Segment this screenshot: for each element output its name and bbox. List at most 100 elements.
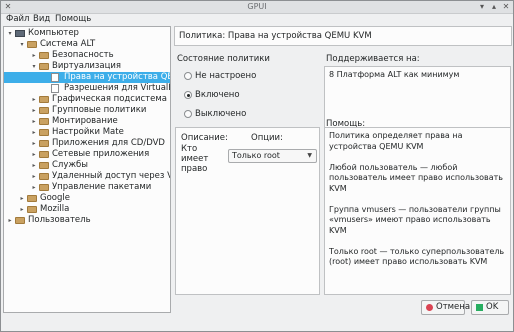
cancel-button-label: Отмена (436, 302, 471, 312)
state-disabled-label: Выключено (195, 109, 247, 119)
chevron-down-icon[interactable]: ▾ (6, 28, 14, 39)
state-enabled-radio[interactable] (184, 91, 192, 99)
chevron-right-icon[interactable]: ▸ (18, 193, 26, 204)
tree-item[interactable]: ▸ Групповые политики (4, 105, 170, 116)
tree-item-label: Службы (52, 160, 89, 170)
help-spacer (329, 236, 506, 247)
policy-state-label: Состояние политики (177, 54, 270, 64)
check-icon (476, 304, 483, 311)
state-not-configured-radio[interactable] (184, 72, 192, 80)
description-label: Описание: (181, 133, 228, 143)
menu-view[interactable]: Вид (33, 13, 50, 25)
tree-item-label: Виртуализация (52, 61, 122, 71)
chevron-down-icon: ▼ (307, 152, 312, 159)
tree-item[interactable]: ▸ Mozilla (4, 204, 170, 215)
cancel-button[interactable]: Отмена (421, 300, 470, 315)
policy-panel: Политика: Права на устройства QEMU KVM С… (174, 26, 512, 316)
tree-item-label: Сетевые приложения (52, 149, 150, 159)
menu-file[interactable]: Файл (6, 13, 29, 25)
tree-item[interactable]: ▸ Монтирование (4, 116, 170, 127)
tree-item[interactable]: ▸ Безопасность (4, 50, 170, 61)
chevron-right-icon[interactable]: ▸ (30, 105, 38, 116)
policy-header: Политика: Права на устройства QEMU KVM (174, 26, 512, 46)
close-icon[interactable]: ✕ (502, 3, 510, 11)
chevron-right-icon[interactable]: ▸ (30, 127, 38, 138)
who-has-right-value: Только root (232, 151, 280, 160)
chevron-right-icon[interactable]: ▸ (30, 116, 38, 127)
chevron-right-icon[interactable]: ▸ (30, 138, 38, 149)
window-title: GPUI (247, 2, 267, 11)
tree-item[interactable]: ▸ Управление пакетами (4, 182, 170, 193)
policy-tree[interactable]: ▾ Компьютер ▾ Система ALT ▸ Безопасность ▾ Вирт… (3, 26, 171, 313)
tree-item[interactable]: ▾ Виртуализация (4, 61, 170, 72)
tree-item[interactable]: ▸ Графическая подсистема (4, 94, 170, 105)
tree-item[interactable]: ▸ Удаленный доступ через Vino (4, 171, 170, 182)
tree-item-label: Разрешения для VirtualBox (64, 83, 170, 93)
menu-bar: Файл Вид Помощь (1, 13, 513, 25)
ok-button[interactable]: OK (471, 300, 509, 315)
folder-icon (39, 96, 49, 103)
folder-icon (39, 129, 49, 136)
chevron-right-icon[interactable]: ▸ (30, 149, 38, 160)
menu-help[interactable]: Помощь (55, 13, 91, 25)
tree-item[interactable]: ▸ Приложения для CD/DVD (4, 138, 170, 149)
tree-item[interactable]: Разрешения для VirtualBox (4, 83, 170, 94)
folder-icon (27, 195, 37, 202)
app-window: ✕ GPUI ▾ ▴ ✕ Файл Вид Помощь ▾ Компьютер ▾… (0, 0, 514, 332)
document-icon (51, 84, 59, 93)
folder-icon (39, 184, 49, 191)
chevron-down-icon[interactable]: ▾ (18, 39, 26, 50)
chevron-down-icon[interactable]: ▾ (30, 61, 38, 72)
chevron-right-icon[interactable]: ▸ (30, 50, 38, 61)
folder-icon (39, 162, 49, 169)
tree-item-label: Монтирование (52, 116, 118, 126)
tree-item-label: Компьютер (28, 28, 79, 38)
chevron-right-icon[interactable]: ▸ (6, 215, 14, 226)
minimize-icon[interactable]: ▾ (478, 3, 486, 11)
state-enabled-label: Включено (195, 90, 240, 100)
state-disabled-radio[interactable] (184, 110, 192, 118)
ok-button-label: OK (486, 302, 499, 312)
tree-item[interactable]: ▸ Службы (4, 160, 170, 171)
help-paragraph: Группа vmusers — пользователи группы «vm… (329, 204, 501, 235)
tree-item[interactable]: ▾ Компьютер (4, 28, 170, 39)
chevron-right-icon[interactable]: ▸ (30, 171, 38, 182)
tree-item[interactable]: ▸ Сетевые приложения (4, 149, 170, 160)
help-spacer (329, 194, 506, 205)
folder-icon (39, 118, 49, 125)
help-spacer (329, 152, 506, 163)
tree-item-label: Права на устройства QEMU KVM (64, 72, 170, 82)
help-paragraph: Политика определяет права на устройства … (329, 131, 463, 151)
tree-item-label: Приложения для CD/DVD (52, 138, 165, 148)
cancel-icon (426, 304, 433, 311)
folder-icon (27, 41, 37, 48)
tree-item-label: Графическая подсистема (52, 94, 167, 104)
tree-item[interactable]: ▸ Пользователь (4, 215, 170, 226)
tree-item-label: Управление пакетами (52, 182, 152, 192)
document-icon (51, 73, 59, 82)
folder-icon (27, 206, 37, 213)
tree-item-label: Google (40, 193, 70, 203)
maximize-icon[interactable]: ▴ (490, 3, 498, 11)
who-has-right-select[interactable]: Только root ▼ (228, 149, 317, 163)
tree-item-label: Система ALT (40, 39, 96, 49)
computer-icon (15, 30, 25, 37)
chevron-right-icon[interactable]: ▸ (30, 94, 38, 105)
tree-item[interactable]: ▾ Система ALT (4, 39, 170, 50)
options-label: Опции: (251, 133, 283, 143)
folder-icon (39, 173, 49, 180)
tree-item[interactable]: Права на устройства QEMU KVM (4, 72, 170, 83)
chevron-right-icon[interactable]: ▸ (18, 204, 26, 215)
folder-icon (39, 52, 49, 59)
help-paragraph: Любой пользователь — любой пользователь … (329, 162, 504, 193)
chevron-right-icon[interactable]: ▸ (30, 160, 38, 171)
folder-icon (39, 63, 49, 70)
chevron-right-icon[interactable]: ▸ (30, 182, 38, 193)
option-who-label: Кто имеет право (181, 144, 209, 174)
folder-icon (39, 151, 49, 158)
tree-item[interactable]: ▸ Настройки Mate (4, 127, 170, 138)
tree-item[interactable]: ▸ Google (4, 193, 170, 204)
state-not-configured-label: Не настроено (195, 71, 257, 81)
help-paragraph: Только root — только суперпользователь (… (329, 246, 505, 267)
folder-icon (39, 107, 49, 114)
